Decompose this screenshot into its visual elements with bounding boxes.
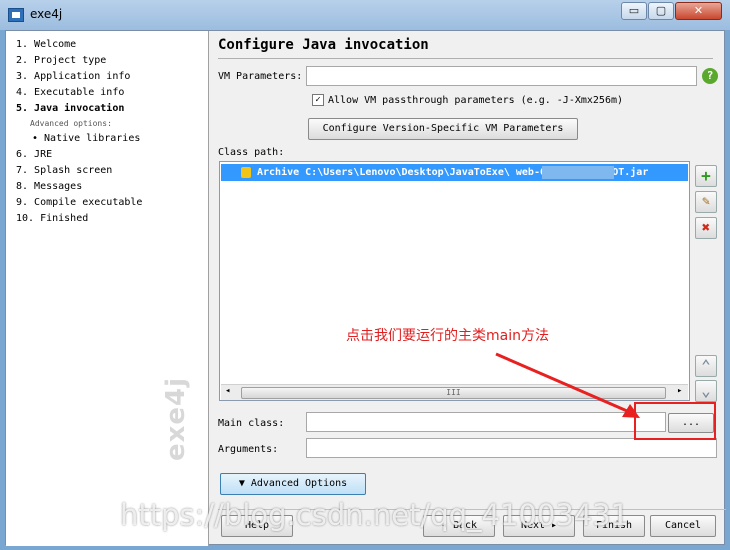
page-title: Configure Java invocation [218, 37, 429, 53]
class-path-entry[interactable]: Archive C:\Users\Lenovo\Desktop\JavaToEx… [221, 164, 688, 181]
configure-vm-parameters-button[interactable]: Configure Version-Specific VM Parameters [308, 118, 578, 140]
move-up-icon[interactable]: ⌃ [695, 355, 717, 377]
red-annotation-text: 点击我们要运行的主类main方法 [346, 328, 549, 344]
step-splash-screen[interactable]: 7. Splash screen [16, 163, 208, 179]
divider [218, 58, 713, 59]
red-arrow-icon [495, 352, 640, 418]
vm-parameters-input[interactable] [306, 66, 697, 86]
cancel-button[interactable]: Cancel [650, 515, 716, 537]
step-executable-info[interactable]: 4. Executable info [16, 85, 208, 101]
csdn-watermark: https://blog.csdn.net/qq_41003431 [120, 498, 630, 532]
step-list: 1. Welcome 2. Project type 3. Applicatio… [6, 31, 209, 546]
step-jre[interactable]: 6. JRE [16, 147, 208, 163]
step-compile-executable[interactable]: 9. Compile executable [16, 195, 208, 211]
help-icon[interactable]: ? [702, 68, 718, 84]
minimize-button[interactable]: ▭ [621, 2, 647, 20]
main-panel: Configure Java invocation VM Parameters:… [218, 31, 726, 546]
advanced-options-button[interactable]: ▼ Advanced Options [220, 473, 366, 495]
step-native-libraries[interactable]: • Native libraries [16, 131, 208, 147]
title-bar: exe4j ▭ ▢ ✕ [0, 0, 730, 30]
advanced-options-label: Advanced options: [30, 119, 112, 128]
remove-entry-icon[interactable]: ✖ [695, 217, 717, 239]
allow-passthrough-label: Allow VM passthrough parameters (e.g. -J… [328, 95, 624, 106]
scroll-left-icon[interactable]: ◂ [225, 386, 230, 396]
main-class-label: Main class: [218, 418, 285, 429]
allow-passthrough-checkbox[interactable]: ✓ [312, 94, 324, 106]
arguments-label: Arguments: [218, 444, 279, 455]
scroll-right-icon[interactable]: ▸ [677, 386, 682, 396]
add-entry-icon[interactable]: + [695, 165, 717, 187]
step-project-type[interactable]: 2. Project type [16, 53, 208, 69]
wizard-window: 1. Welcome 2. Project type 3. Applicatio… [5, 30, 726, 546]
redacted-area [542, 166, 614, 179]
step-messages[interactable]: 8. Messages [16, 179, 208, 195]
step-finished[interactable]: 10. Finished [16, 211, 208, 227]
step-java-invocation[interactable]: 5. Java invocation [16, 101, 208, 117]
vm-parameters-label: VM Parameters: [218, 71, 303, 82]
step-application-info[interactable]: 3. Application info [16, 69, 208, 85]
close-button[interactable]: ✕ [675, 2, 722, 20]
red-highlight-box [634, 402, 716, 440]
exe4j-side-watermark: exe4j [161, 376, 191, 461]
maximize-button[interactable]: ▢ [648, 2, 674, 20]
move-down-icon[interactable]: ⌄ [695, 380, 717, 402]
exe4j-app-icon [8, 8, 24, 22]
arguments-input[interactable] [306, 438, 717, 458]
step-welcome[interactable]: 1. Welcome [16, 37, 208, 53]
class-path-label: Class path: [218, 147, 285, 158]
window-title: exe4j [30, 7, 63, 21]
jar-archive-icon [241, 167, 251, 178]
edit-entry-icon[interactable]: ✎ [695, 191, 717, 213]
